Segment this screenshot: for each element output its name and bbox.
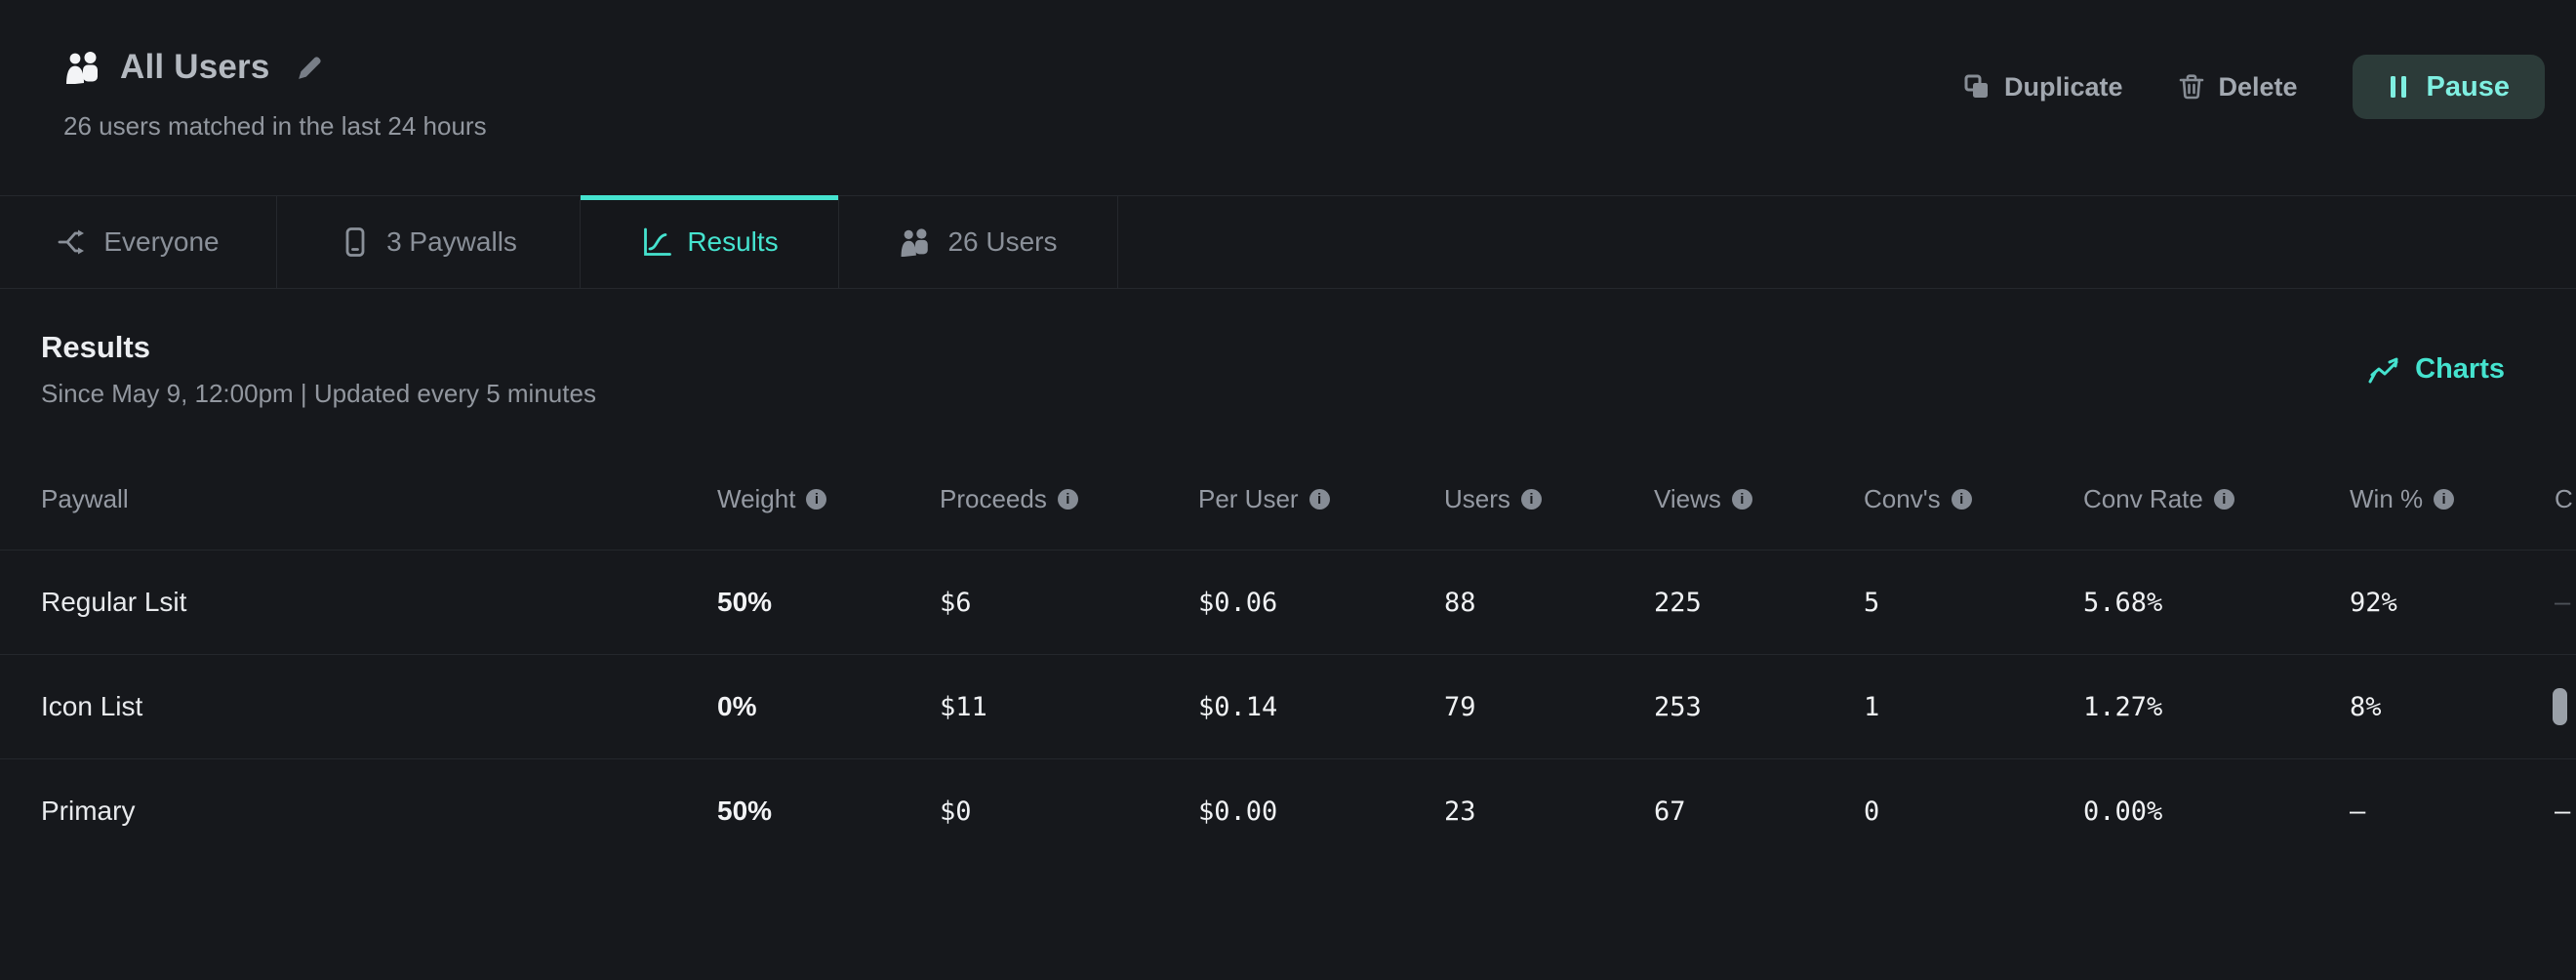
clipped-cell [2555, 688, 2576, 725]
convs-value: 0 [1864, 796, 2083, 827]
charts-label: Charts [2415, 353, 2505, 386]
column-header-users: Users i [1444, 484, 1654, 514]
info-icon[interactable]: i [1732, 489, 1752, 510]
column-header-weight: Weight i [717, 484, 940, 514]
column-header-per-user: Per User i [1198, 484, 1444, 514]
clipped-cell: – [2555, 796, 2576, 827]
results-title: Results [41, 330, 596, 365]
paywall-name: Icon List [41, 691, 717, 722]
column-header-paywall: Paywall [41, 484, 717, 514]
table-row[interactable]: Primary 50% $0 $0.00 23 67 0 0.00% – – [0, 758, 2576, 863]
column-header-win: Win % i [2350, 484, 2555, 514]
tab-paywalls[interactable]: 3 Paywalls [277, 196, 581, 288]
info-icon[interactable]: i [2434, 489, 2454, 510]
trash-icon [2178, 73, 2205, 101]
weight-value: 50% [717, 796, 940, 827]
results-subtitle: Since May 9, 12:00pm | Updated every 5 m… [41, 379, 596, 409]
column-header-clipped: C [2555, 484, 2576, 514]
column-header-convs: Conv's i [1864, 484, 2083, 514]
results-table: Paywall Weight i Proceeds i Per User i U… [0, 449, 2576, 863]
charts-button[interactable]: Charts [2368, 353, 2505, 386]
views-value: 253 [1654, 692, 1864, 722]
users-value: 88 [1444, 588, 1654, 618]
column-header-conv-rate: Conv Rate i [2083, 484, 2350, 514]
column-header-views: Views i [1654, 484, 1864, 514]
delete-button[interactable]: Delete [2178, 72, 2298, 102]
win-value: 8% [2350, 692, 2555, 722]
weight-value: 50% [717, 587, 940, 618]
duplicate-button[interactable]: Duplicate [1963, 72, 2123, 102]
tab-label: Everyone [103, 226, 219, 258]
duplicate-label: Duplicate [2004, 72, 2123, 102]
clipped-cell: – [2555, 588, 2576, 618]
edit-title-button[interactable] [294, 52, 326, 84]
table-row[interactable]: Regular Lsit 50% $6 $0.06 88 225 5 5.68%… [0, 550, 2576, 654]
info-icon[interactable]: i [1058, 489, 1078, 510]
conv-rate-value: 1.27% [2083, 692, 2350, 722]
per-user-value: $0.14 [1198, 692, 1444, 722]
line-chart-icon [2368, 353, 2401, 385]
per-user-value: $0.06 [1198, 588, 1444, 618]
table-header-row: Paywall Weight i Proceeds i Per User i U… [0, 449, 2576, 550]
win-value: – [2350, 796, 2555, 827]
conv-rate-value: 0.00% [2083, 796, 2350, 827]
users-icon [899, 227, 932, 257]
tab-label: Results [687, 226, 778, 258]
win-value: 92% [2350, 588, 2555, 618]
results-title-block: Results Since May 9, 12:00pm | Updated e… [41, 330, 596, 409]
pause-button[interactable]: Pause [2353, 55, 2545, 119]
tab-users[interactable]: 26 Users [839, 196, 1118, 288]
proceeds-value: $6 [940, 588, 1198, 618]
chart-axis-icon [640, 226, 671, 258]
info-icon[interactable]: i [806, 489, 826, 510]
tab-bar-spacer [1118, 196, 2576, 288]
paywall-name: Primary [41, 796, 717, 827]
conv-rate-value: 5.68% [2083, 588, 2350, 618]
pause-icon [2388, 74, 2409, 100]
info-icon[interactable]: i [1309, 489, 1330, 510]
match-summary: 26 users matched in the last 24 hours [63, 111, 487, 142]
convs-value: 1 [1864, 692, 2083, 722]
users-value: 23 [1444, 796, 1654, 827]
clipped-badge [2553, 688, 2567, 725]
page-title: All Users [120, 48, 270, 87]
proceeds-value: $0 [940, 796, 1198, 827]
duplicate-icon [1963, 73, 1991, 101]
users-group-icon [63, 51, 102, 84]
info-icon[interactable]: i [2214, 489, 2234, 510]
tab-results[interactable]: Results [581, 196, 839, 288]
paywall-name: Regular Lsit [41, 587, 717, 618]
column-header-proceeds: Proceeds i [940, 484, 1198, 514]
convs-value: 5 [1864, 588, 2083, 618]
results-section-header: Results Since May 9, 12:00pm | Updated e… [0, 289, 2576, 449]
per-user-value: $0.00 [1198, 796, 1444, 827]
info-icon[interactable]: i [1952, 489, 1972, 510]
info-icon[interactable]: i [1521, 489, 1542, 510]
table-row[interactable]: Icon List 0% $11 $0.14 79 253 1 1.27% 8% [0, 654, 2576, 758]
title-block: All Users 26 users matched in the last 2… [63, 0, 487, 195]
pause-label: Pause [2427, 71, 2510, 103]
views-value: 225 [1654, 588, 1864, 618]
experiment-dashboard: All Users 26 users matched in the last 2… [0, 0, 2576, 980]
page-header: All Users 26 users matched in the last 2… [0, 0, 2576, 195]
split-icon [57, 226, 88, 258]
delete-label: Delete [2219, 72, 2298, 102]
views-value: 67 [1654, 796, 1864, 827]
phone-icon [340, 226, 371, 258]
tab-bar: Everyone 3 Paywalls Results [0, 195, 2576, 289]
weight-value: 0% [717, 691, 940, 722]
proceeds-value: $11 [940, 692, 1198, 722]
tab-label: 26 Users [947, 226, 1057, 258]
header-actions: Duplicate Delete [1963, 55, 2545, 119]
users-value: 79 [1444, 692, 1654, 722]
pencil-icon [294, 52, 326, 84]
tab-everyone[interactable]: Everyone [0, 196, 277, 288]
tab-label: 3 Paywalls [386, 226, 517, 258]
